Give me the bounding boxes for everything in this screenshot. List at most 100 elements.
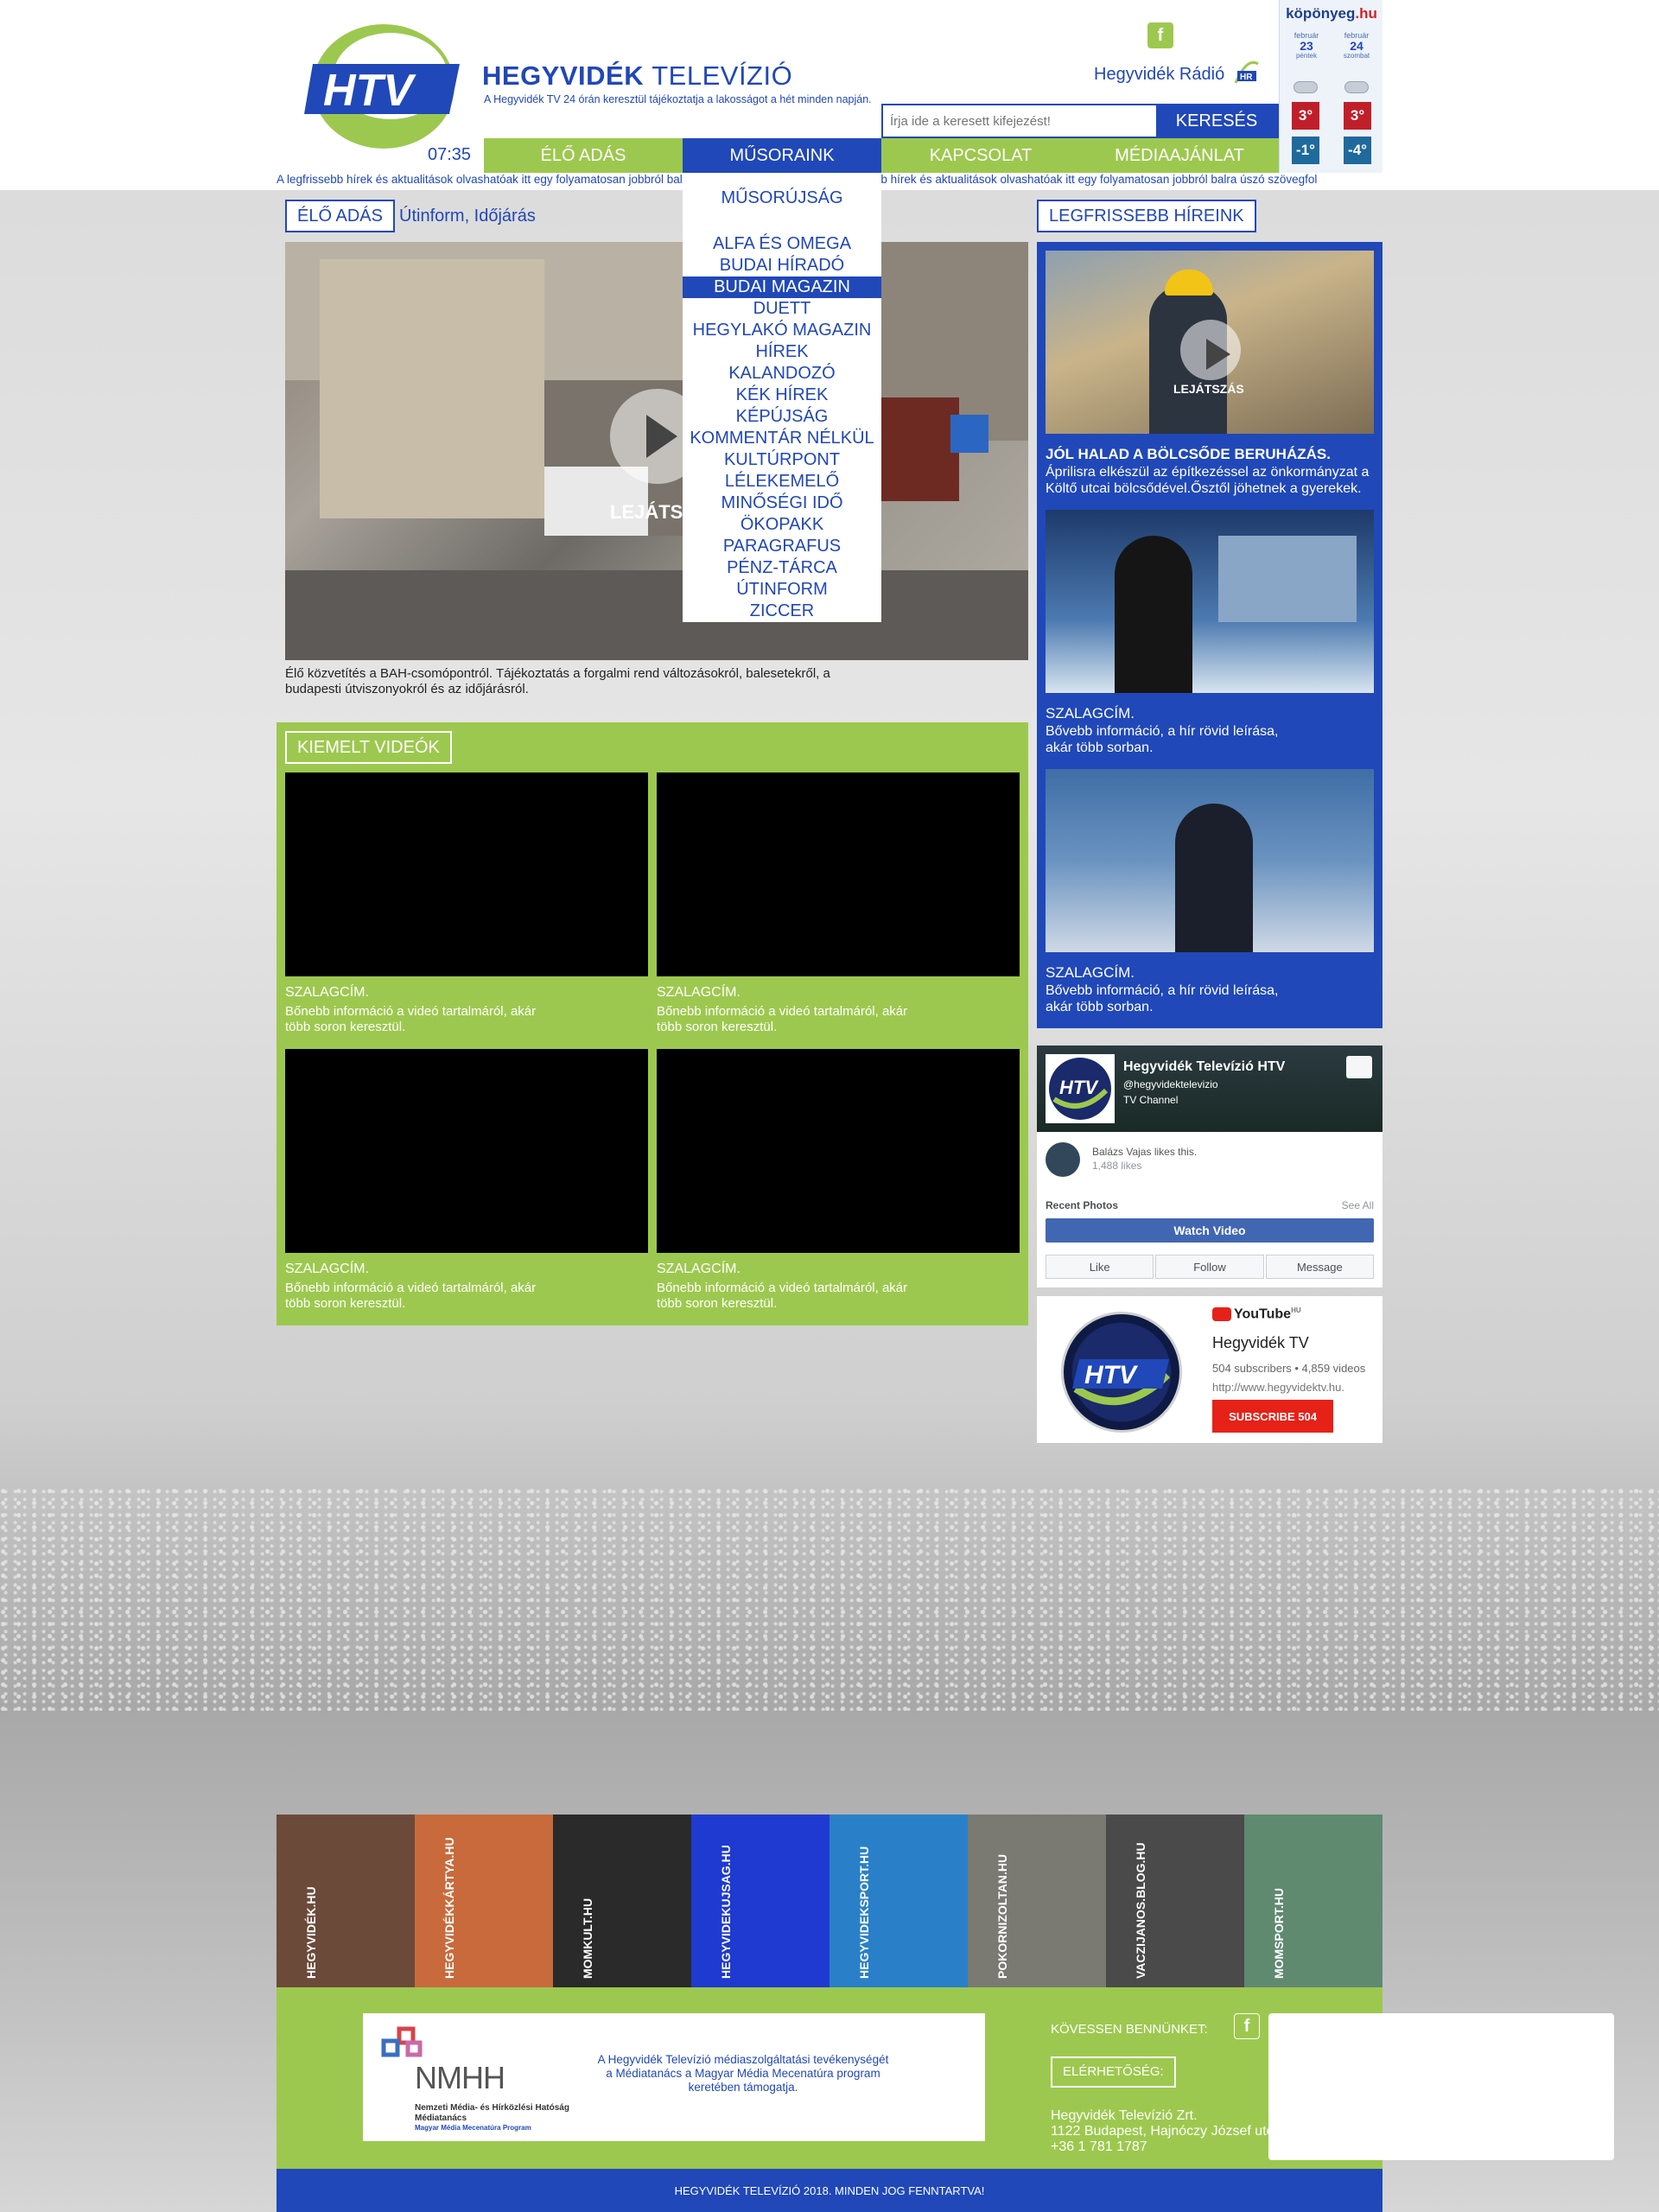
news-title[interactable]: SZALAGCÍM. xyxy=(1046,964,1374,981)
copyright-bar: HEGYVIDÉK TELEVÍZIÓ 2018. MINDEN JOG FEN… xyxy=(276,2169,1382,2212)
news-title[interactable]: JÓL HALAD A BÖLCSŐDE BERUHÁZÁS. xyxy=(1046,446,1374,462)
youtube-brand-text: YouTube xyxy=(1234,1306,1292,1322)
youtube-subs: 504 subscribers • 4,859 videos xyxy=(1212,1362,1366,1375)
follow-button[interactable]: Follow xyxy=(1155,1255,1264,1279)
like-button[interactable]: Like xyxy=(1046,1255,1154,1279)
featured-video[interactable] xyxy=(285,1049,648,1253)
play-icon[interactable] xyxy=(1180,320,1241,380)
nav-live[interactable]: ÉLŐ ADÁS xyxy=(484,138,683,173)
facebook-page-logo[interactable]: HTV xyxy=(1046,1054,1115,1123)
subscribe-button[interactable]: SUBSCRIBE 504 xyxy=(1212,1400,1333,1433)
support-text: A Hegyvidék Televízió médiaszolgáltatási… xyxy=(597,2053,889,2094)
site-title: HEGYVIDÉK TELEVÍZIÓ xyxy=(482,60,792,92)
featured-title[interactable]: SZALAGCÍM. xyxy=(657,985,1020,1001)
dropdown-item[interactable]: LÉLEKEMELŐ xyxy=(683,471,881,493)
facebook-icon[interactable]: f xyxy=(1234,2013,1260,2039)
radio-link[interactable]: Hegyvidék Rádió xyxy=(1094,65,1224,85)
news-title[interactable]: SZALAGCÍM. xyxy=(1046,705,1374,721)
dropdown-item[interactable]: ÖKOPAKK xyxy=(683,514,881,536)
featured-video[interactable] xyxy=(657,1049,1020,1253)
dropdown-item[interactable]: KALANDOZÓ xyxy=(683,363,881,385)
company-name: Hegyvidék Televízió Zrt. xyxy=(1051,2108,1198,2123)
partner-label: HEGYVIDÉK.HU xyxy=(304,1886,318,1979)
partner-tile[interactable]: POKORNIZOLTAN.HU xyxy=(968,1815,1106,1987)
news-image[interactable]: LEJÁTSZÁS xyxy=(1046,251,1374,434)
dropdown-item[interactable]: BUDAI HÍRADÓ xyxy=(683,255,881,276)
partner-tile[interactable]: HEGYVIDEKSPORT.HU xyxy=(830,1815,968,1987)
featured-title[interactable]: SZALAGCÍM. xyxy=(285,1262,648,1277)
dropdown-item[interactable]: PÉNZ-TÁRCA xyxy=(683,557,881,579)
featured-caption: SZALAGCÍM. Bőnebb információ a videó tart… xyxy=(285,1262,648,1312)
partner-sites-strip: HEGYVIDÉK.HU HEGYVIDÉKKÁRTYA.HU MOMKULT.HU… xyxy=(276,1815,1382,1987)
dropdown-item[interactable]: KULTÚRPONT xyxy=(683,449,881,471)
dropdown-item[interactable]: ÚTINFORM xyxy=(683,579,881,601)
youtube-widget: HTV YouTubeHU Hegyvidék TV 504 subscribe… xyxy=(1037,1296,1382,1443)
dropdown-item[interactable]: ALFA ÉS OMEGA xyxy=(683,233,881,255)
partner-tile[interactable]: HEGYVIDÉK.HU xyxy=(276,1815,415,1987)
play-label: LEJÁTSZÁS xyxy=(1173,382,1244,396)
partner-tile[interactable]: MOMKULT.HU xyxy=(553,1815,691,1987)
hr-icon-text: HR xyxy=(1240,73,1253,82)
partner-label: MOMSPORT.HU xyxy=(1272,1888,1286,1979)
svg-text:HTV: HTV xyxy=(1059,1077,1099,1098)
htv-logo[interactable]: HTV xyxy=(304,19,464,153)
dropdown-item[interactable]: KOMMENTÁR NÉLKÜL xyxy=(683,428,881,449)
partner-tile[interactable]: HEGYVIDEKUJSAG.HU xyxy=(691,1815,830,1987)
title-thin: TELEVÍZIÓ xyxy=(652,60,793,91)
nav-contact[interactable]: KAPCSOLAT xyxy=(881,138,1080,173)
bookmark-icon[interactable] xyxy=(1346,1056,1372,1078)
dropdown-item[interactable]: HÍREK xyxy=(683,341,881,363)
featured-video[interactable] xyxy=(657,772,1020,976)
weather-widget[interactable]: köpönyeg.hu február 23 péntek február 24… xyxy=(1279,0,1382,173)
anchor-figure xyxy=(1175,804,1253,952)
phone[interactable]: +36 1 781 1787 xyxy=(1051,2139,1296,2155)
youtube-channel-logo[interactable]: HTV xyxy=(1061,1312,1182,1433)
nav-media-offer[interactable]: MÉDIAAJÁNLAT xyxy=(1080,138,1279,173)
news-image[interactable] xyxy=(1046,510,1374,693)
featured-title[interactable]: SZALAGCÍM. xyxy=(285,985,648,1001)
live-video-player[interactable]: LEJÁTSZÁS xyxy=(285,242,1028,660)
dropdown-item[interactable]: HEGYLAKÓ MAGAZIN xyxy=(683,320,881,341)
search-input[interactable] xyxy=(883,105,1156,137)
search-button[interactable]: KERESÉS xyxy=(1156,105,1277,137)
message-button[interactable]: Message xyxy=(1265,1255,1374,1279)
hegyvidek-radio-icon[interactable]: HR xyxy=(1234,57,1260,86)
facebook-icon[interactable]: f xyxy=(1147,22,1173,48)
youtube-icon[interactable]: You Tube xyxy=(1268,2013,1614,2160)
news-caption: JÓL HALAD A BÖLCSŐDE BERUHÁZÁS. Áprilisra… xyxy=(1046,446,1374,497)
dropdown-title[interactable]: MŰSORÚJSÁG xyxy=(683,188,881,208)
featured-title[interactable]: SZALAGCÍM. xyxy=(657,1262,1020,1277)
cloud-icon xyxy=(1344,81,1369,93)
facebook-page-name[interactable]: Hegyvidék Televízió HTV xyxy=(1123,1059,1285,1075)
shows-dropdown: MŰSORÚJSÁG ALFA ÉS OMEGA BUDAI HÍRADÓ BUDA… xyxy=(683,173,881,622)
facebook-liker: Balázs Vajas likes this. xyxy=(1092,1146,1198,1158)
dropdown-item[interactable]: MINŐSÉGI IDŐ xyxy=(683,493,881,514)
temp-low: -1° xyxy=(1292,137,1319,164)
partner-tile[interactable]: MOMSPORT.HU xyxy=(1244,1815,1382,1987)
partner-tile[interactable]: VACZIJANOS.BLOG.HU xyxy=(1106,1815,1244,1987)
news-image[interactable] xyxy=(1046,769,1374,952)
youtube-url[interactable]: http://www.hegyvidektv.hu. xyxy=(1212,1381,1344,1394)
address-block: Hegyvidék Televízió Zrt. 1122 Budapest, … xyxy=(1051,2108,1296,2155)
contact-label: ELÉRHETŐSÉG: xyxy=(1051,2056,1176,2088)
support-box: NMHH Nemzeti Média- és Hírközlési Hatósá… xyxy=(363,2013,985,2141)
dropdown-item[interactable]: KÉK HÍREK xyxy=(683,385,881,406)
partner-tile[interactable]: HEGYVIDÉKKÁRTYA.HU xyxy=(415,1815,553,1987)
weather-brand-tld: .hu xyxy=(1355,5,1377,22)
nav-shows[interactable]: MŰSORAINK xyxy=(683,138,881,173)
dropdown-item[interactable]: KÉPÚJSÁG xyxy=(683,406,881,428)
dropdown-item[interactable]: PARAGRAFUS xyxy=(683,536,881,557)
nmhh-logo[interactable]: NMHH Nemzeti Média- és Hírközlési Hatósá… xyxy=(380,2025,588,2132)
dropdown-item[interactable]: BUDAI MAGAZIN xyxy=(683,276,881,298)
facebook-see-all[interactable]: See All xyxy=(1342,1199,1374,1211)
main-nav: ÉLŐ ADÁS MŰSORAINK KAPCSOLAT MÉDIAAJÁNLA… xyxy=(484,138,1279,173)
featured-video[interactable] xyxy=(285,772,648,976)
live-description: Élő közvetítés a BAH-csomópontról. Tájék… xyxy=(285,666,830,696)
dropdown-item[interactable]: ZICCER xyxy=(683,601,881,622)
dropdown-item[interactable]: DUETT xyxy=(683,298,881,320)
weather-day: 24 xyxy=(1350,39,1363,53)
watch-video-button[interactable]: Watch Video xyxy=(1046,1218,1374,1243)
nmhh-wordmark: NMHH xyxy=(415,2060,505,2095)
youtube-channel-name[interactable]: Hegyvidék TV xyxy=(1212,1334,1309,1352)
avatar[interactable] xyxy=(1046,1142,1080,1177)
